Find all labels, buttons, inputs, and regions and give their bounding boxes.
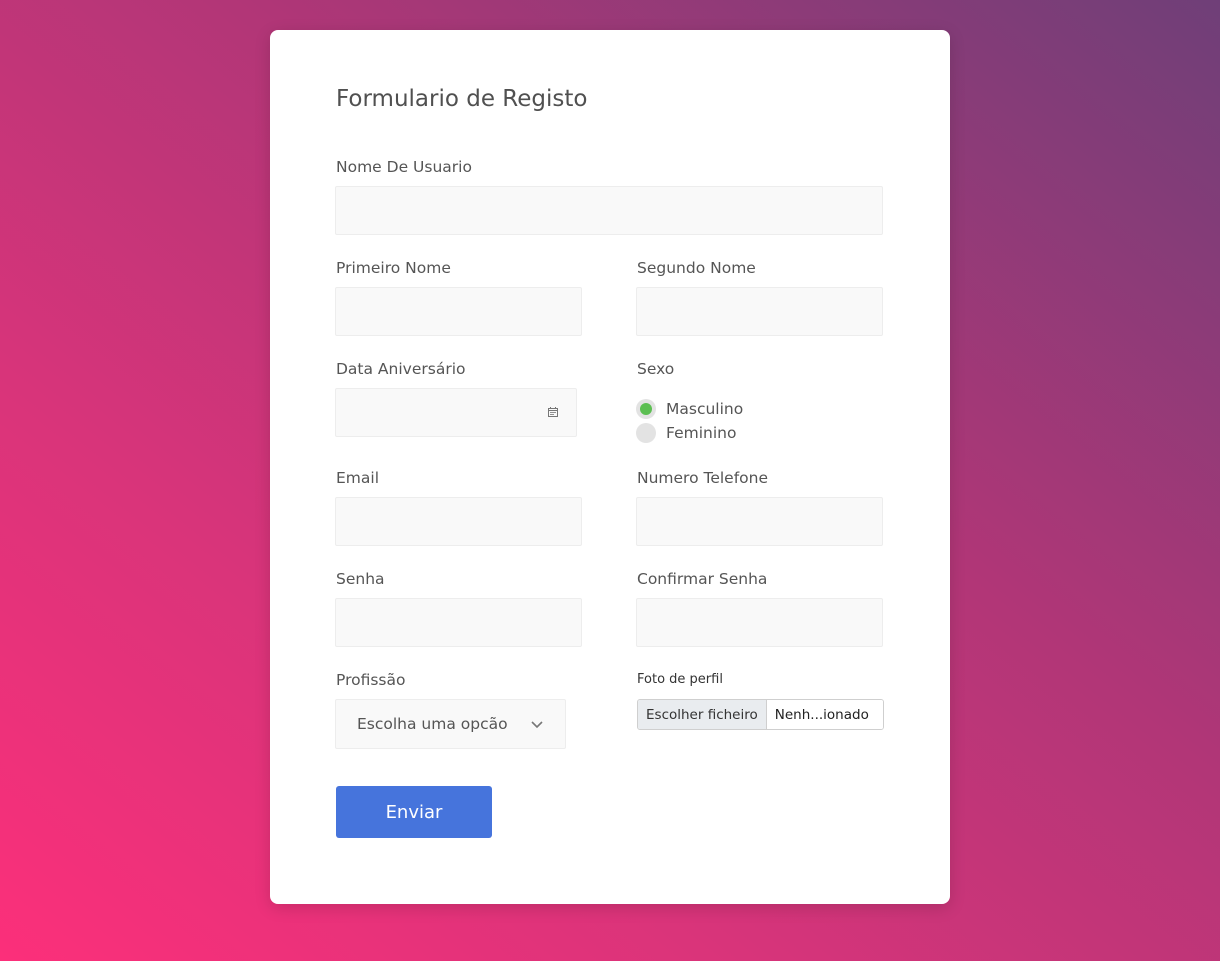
gender-option-masculino[interactable]: Masculino	[636, 398, 743, 420]
phone-input[interactable]	[637, 498, 882, 545]
radio-label-masculino: Masculino	[666, 400, 744, 418]
profession-label: Profissão	[336, 671, 406, 689]
profession-select[interactable]: Escolha uma opcão	[335, 699, 566, 749]
username-field-container	[335, 186, 883, 235]
radio-masculino[interactable]	[636, 399, 656, 419]
profession-selected-value: Escolha uma opcão	[357, 715, 508, 733]
submit-button[interactable]: Enviar	[336, 786, 492, 838]
profile-photo-file-input[interactable]: Escolher ficheiro Nenh...ionado	[637, 699, 884, 730]
confirm-password-input[interactable]	[637, 599, 882, 646]
gender-label: Sexo	[637, 360, 675, 378]
phone-field-container	[636, 497, 883, 546]
calendar-icon[interactable]	[548, 407, 558, 417]
password-label: Senha	[336, 570, 385, 588]
last-name-field-container	[636, 287, 883, 336]
registration-card: Formulario de Registo Nome De Usuario Pr…	[270, 30, 950, 904]
confirm-password-field-container	[636, 598, 883, 647]
email-label: Email	[336, 469, 380, 487]
phone-label: Numero Telefone	[637, 469, 769, 487]
selected-file-name: Nenh...ionado	[766, 700, 883, 729]
username-label: Nome De Usuario	[336, 158, 472, 176]
last-name-input[interactable]	[637, 288, 882, 335]
profile-photo-label: Foto de perfil	[637, 672, 723, 687]
username-input[interactable]	[336, 187, 882, 234]
choose-file-button[interactable]: Escolher ficheiro	[638, 700, 767, 729]
first-name-field-container	[335, 287, 582, 336]
gender-option-feminino[interactable]: Feminino	[636, 422, 736, 444]
radio-label-feminino: Feminino	[666, 424, 737, 442]
first-name-label: Primeiro Nome	[336, 259, 451, 277]
chevron-down-icon	[531, 721, 543, 729]
birthday-label: Data Aniversário	[336, 360, 466, 378]
confirm-password-label: Confirmar Senha	[637, 570, 768, 588]
birthday-input[interactable]	[336, 389, 576, 436]
birthday-field-container	[335, 388, 577, 437]
email-field-container	[335, 497, 582, 546]
first-name-input[interactable]	[336, 288, 581, 335]
last-name-label: Segundo Nome	[637, 259, 756, 277]
radio-feminino[interactable]	[636, 423, 656, 443]
form-title: Formulario de Registo	[336, 86, 588, 112]
email-input[interactable]	[336, 498, 581, 545]
password-input[interactable]	[336, 599, 581, 646]
password-field-container	[335, 598, 582, 647]
